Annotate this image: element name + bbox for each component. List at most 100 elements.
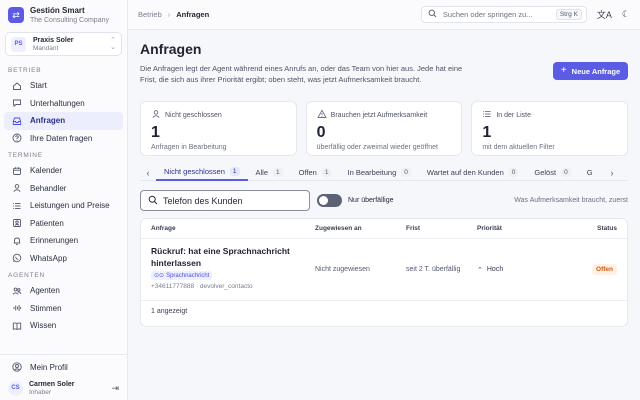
sort-select[interactable]: Was Aufmerksamkeit braucht, zuerst — [514, 197, 628, 204]
card-subtext: überfällig oder zweimal wieder geöffnet — [316, 144, 438, 151]
tab-nicht-geschlossen[interactable]: Nicht geschlossen 1 — [156, 165, 248, 181]
voicemail-icon: ⊙⊙ — [154, 273, 165, 279]
breadcrumb-parent[interactable]: Betrieb — [138, 10, 162, 19]
header-request[interactable]: Anfrage — [141, 225, 315, 232]
search-shortcut: Strg K — [555, 9, 582, 20]
translate-icon[interactable]: 文A — [597, 8, 612, 21]
header-deadline[interactable]: Frist — [406, 225, 477, 232]
sidebar-item-label: Anfragen — [30, 116, 66, 126]
sidebar-section-title: TERMINE — [8, 152, 43, 159]
sidebar-item-agenten[interactable]: Agenten — [4, 282, 123, 300]
customer-phone-placeholder: Telefon des Kunden — [163, 195, 243, 206]
sidebar-item-profile[interactable]: Mein Profil — [4, 359, 123, 377]
table-footer-count: 1 angezeigt — [151, 308, 188, 315]
arrow-left-right-icon: ⇄ — [8, 7, 24, 23]
book-icon — [12, 321, 22, 331]
home-icon — [12, 81, 22, 91]
summary-card: Nicht geschlossen 1 Anfragen in Bearbeitun… — [140, 101, 297, 156]
overdue-toggle[interactable] — [317, 194, 342, 207]
user-menu[interactable]: CS Carmen Soler Inhaber ⇥ — [0, 376, 127, 400]
tab-count: 0 — [508, 168, 519, 177]
user-circle-icon — [12, 362, 22, 372]
header-priority[interactable]: Priorität — [477, 225, 567, 232]
requests-table: Anfrage Zugewiesen an Frist Priorität St… — [140, 218, 628, 327]
new-request-button[interactable]: + Neue Anfrage — [553, 62, 628, 80]
sidebar-item-wissen[interactable]: Wissen — [4, 317, 123, 335]
user-icon — [12, 183, 22, 193]
sidebar-item-kalender[interactable]: Kalender — [4, 162, 123, 180]
sidebar-nav: BETRIEB Start Unterhaltungen Anfragen Ihre D… — [0, 62, 127, 335]
summary-cards: Nicht geschlossen 1 Anfragen in Bearbeitun… — [140, 101, 629, 156]
practice-switcher[interactable]: PS Praxis Soler Mandant ⌃ ⌄ — [5, 32, 122, 56]
request-title[interactable]: Rückruf: hat eine Sprachnachricht hinter… — [151, 245, 291, 269]
global-search[interactable]: Suchen oder springen zu... Strg K — [420, 6, 587, 23]
bell-icon — [12, 236, 22, 246]
question-icon — [12, 133, 22, 143]
tab-label: Wartet auf den Kunden — [426, 168, 504, 177]
brand[interactable]: ⇄ Gestión Smart The Consulting Company — [0, 0, 127, 30]
customer-phone-input[interactable]: Telefon des Kunden — [140, 190, 310, 211]
moon-icon[interactable]: ☾ — [622, 9, 630, 20]
logout-icon[interactable]: ⇥ — [111, 383, 119, 394]
table-row[interactable]: Rückruf: hat eine Sprachnachricht hinter… — [141, 239, 627, 301]
sidebar-item-label: Mein Profil — [30, 362, 68, 372]
practice-role: Mandant — [33, 44, 59, 52]
sidebar-item-label: Agenten — [30, 286, 60, 296]
sidebar-item-label: Kalender — [30, 166, 63, 176]
tab-offen[interactable]: Offen 1 — [291, 165, 340, 181]
sidebar-item-label: WhatsApp — [30, 253, 67, 263]
avatar: CS — [8, 380, 23, 396]
sidebar-item-stimmen[interactable]: Stimmen — [4, 300, 123, 318]
tab-g[interactable]: G — [579, 165, 601, 181]
tag-label: Sprachnachricht — [166, 272, 210, 279]
search-icon — [148, 195, 158, 207]
contacts-icon — [12, 218, 22, 228]
sidebar-footer: Mein Profil CS Carmen Soler Inhaber ⇥ — [0, 353, 127, 400]
user-icon — [151, 109, 161, 121]
status-cell: Offen — [567, 239, 627, 300]
tab-wartet-auf-den-kunden[interactable]: Wartet auf den Kunden 0 — [419, 165, 526, 181]
sidebar-item-ihre-daten-fragen[interactable]: Ihre Daten fragen — [4, 130, 123, 148]
assigned-cell: Nicht zugewiesen — [315, 266, 370, 273]
sidebar-item-patienten[interactable]: Patienten — [4, 215, 123, 233]
chevron-right-icon[interactable]: › — [604, 167, 620, 178]
sidebar-item-label: Wissen — [30, 321, 57, 331]
sidebar-item-whatsapp[interactable]: WhatsApp — [4, 250, 123, 268]
sidebar-item-unterhaltungen[interactable]: Unterhaltungen — [4, 95, 123, 113]
header-status[interactable]: Status — [567, 225, 627, 232]
breadcrumb-current: Anfragen — [176, 10, 210, 19]
whatsapp-icon — [12, 253, 22, 263]
tab-label: Nicht geschlossen — [164, 167, 225, 176]
sidebar-item-start[interactable]: Start — [4, 77, 123, 95]
tab-label: Gelöst — [534, 168, 557, 177]
tab-label: In Bearbeitung — [347, 168, 397, 177]
page-description: Die Anfragen legt der Agent während eine… — [140, 64, 463, 84]
search-icon — [428, 9, 437, 20]
status-tabs: ‹ Nicht geschlossen 1 Alle 1 Offen 1 In Bearbe… — [140, 165, 628, 181]
card-subtext: Anfragen in Bearbeitung — [151, 144, 227, 151]
card-label: Nicht geschlossen — [165, 111, 222, 119]
priority-label: Hoch — [486, 266, 504, 273]
sidebar-item-leistungen-und-preise[interactable]: Leistungen und Preise — [4, 197, 123, 215]
sidebar-item-anfragen[interactable]: Anfragen — [4, 112, 123, 130]
sidebar-item-label: Behandler — [30, 183, 67, 193]
chevron-left-icon[interactable]: ‹ — [140, 168, 156, 178]
tab-alle[interactable]: Alle 1 — [248, 165, 291, 181]
warning-icon — [316, 109, 327, 121]
brand-name: Gestión Smart — [30, 5, 85, 15]
tab-count: 1 — [229, 167, 240, 176]
user-name: Carmen Soler — [29, 380, 75, 388]
table-header: Anfrage Zugewiesen an Frist Priorität St… — [141, 219, 627, 239]
overdue-toggle-label: Nur überfällige — [348, 197, 394, 204]
header-assigned[interactable]: Zugewiesen an — [315, 225, 406, 232]
sidebar-item-behandler[interactable]: Behandler — [4, 180, 123, 198]
plus-icon: + — [560, 65, 567, 76]
practice-name: Praxis Soler — [33, 36, 74, 44]
tab-gelöst[interactable]: Gelöst 0 — [526, 165, 578, 181]
tab-in-bearbeitung[interactable]: In Bearbeitung 0 — [339, 165, 418, 181]
tray-icon — [12, 116, 22, 126]
priority-cell: ⌃ Hoch — [477, 239, 567, 300]
page-title: Anfragen — [140, 41, 202, 57]
sidebar-item-erinnerungen[interactable]: Erinnerungen — [4, 232, 123, 250]
sidebar-item-label: Stimmen — [30, 303, 62, 313]
